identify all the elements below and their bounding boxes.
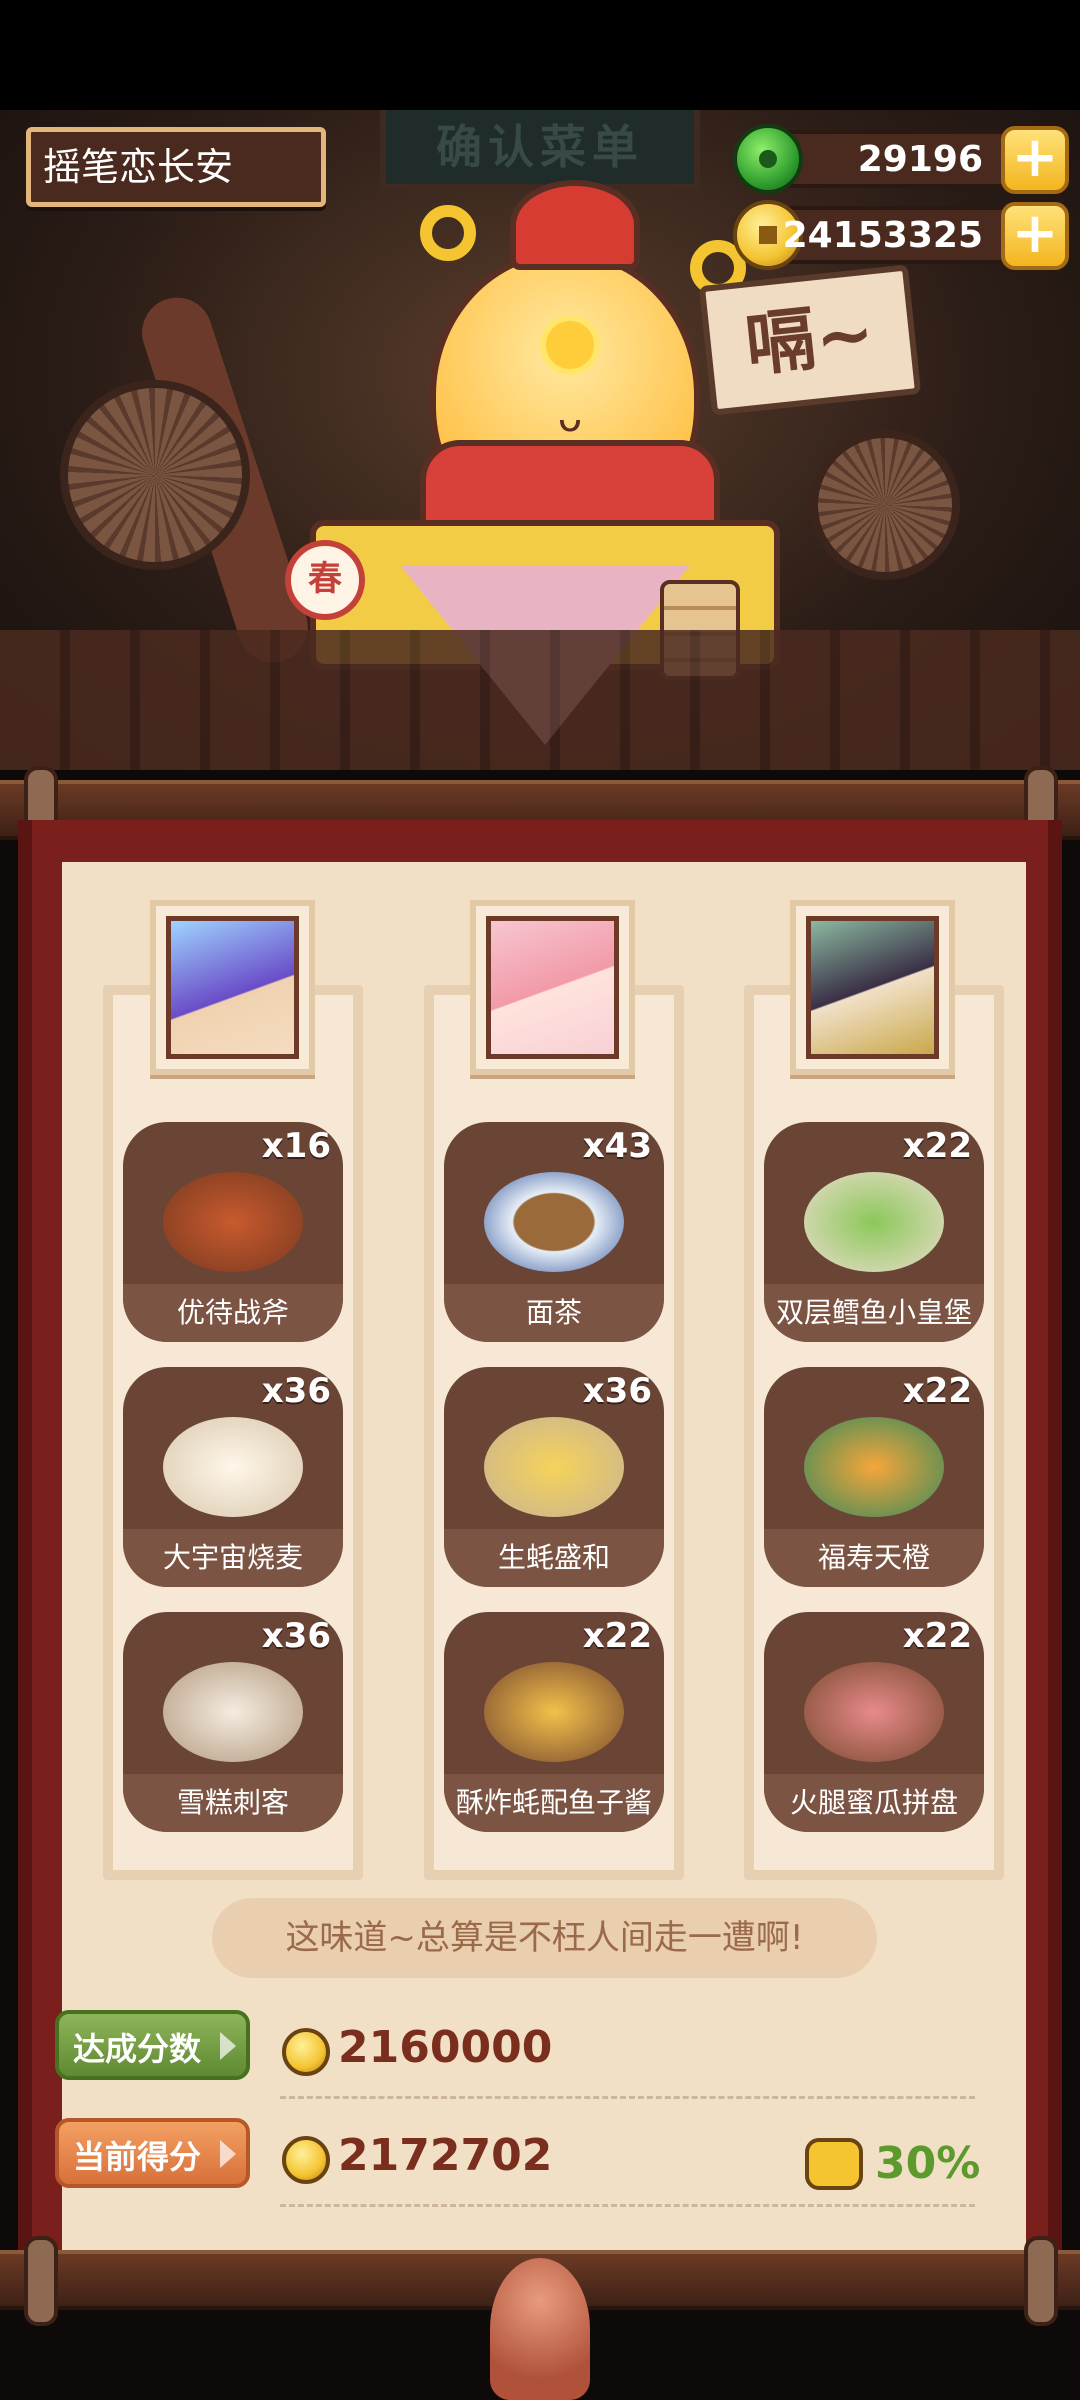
dish-name: 大宇宙烧麦 (123, 1529, 343, 1587)
dish-quantity: x22 (902, 1616, 972, 1656)
dish-image (484, 1662, 624, 1762)
dish-name: 火腿蜜瓜拼盘 (764, 1774, 984, 1832)
gold-amount: 24153325 (782, 215, 983, 256)
coin-ornament (420, 205, 476, 261)
dish-image (163, 1417, 303, 1517)
jade-icon (733, 124, 803, 194)
dish-card[interactable]: x36 大宇宙烧麦 (123, 1367, 343, 1587)
current-score-value: 2172702 (338, 2130, 553, 2181)
dish-image (163, 1172, 303, 1272)
status-bar (0, 0, 1080, 110)
dish-quantity: x36 (261, 1371, 331, 1411)
current-score-label: 当前得分 (55, 2118, 250, 2188)
jade-amount: 29196 (857, 139, 983, 180)
dish-card[interactable]: x22 火腿蜜瓜拼盘 (764, 1612, 984, 1832)
current-score-text: 当前得分 (73, 2138, 202, 2176)
jade-currency-bar: 29196 + (733, 124, 1069, 194)
target-score-value: 2160000 (338, 2022, 553, 2073)
dish-image (804, 1662, 944, 1762)
chinese-knot-ornament (490, 2258, 590, 2400)
dish-name: 优待战斧 (123, 1284, 343, 1342)
gold-coin-icon (282, 2028, 330, 2076)
dish-quantity: x22 (902, 1126, 972, 1166)
chevron-right-icon (220, 2140, 236, 2168)
target-score-text: 达成分数 (73, 2030, 202, 2068)
player-name-field[interactable]: 摇笔恋长安 (26, 127, 326, 207)
mascot-hat (510, 180, 640, 270)
dish-name: 生蚝盛和 (444, 1529, 664, 1587)
dish-image (163, 1662, 303, 1762)
dish-card[interactable]: x36 雪糕刺客 (123, 1612, 343, 1832)
portrait-image (166, 916, 299, 1059)
divider (280, 2096, 975, 2099)
speech-bubble: 嗝~ (698, 264, 922, 416)
portrait-image (486, 916, 619, 1059)
chevron-right-icon (220, 2032, 236, 2060)
money-bag-icon (805, 2138, 863, 2190)
dish-quantity: x22 (902, 1371, 972, 1411)
mascot-face: ᴗ (557, 395, 583, 441)
bonus-percent: 30% (875, 2138, 981, 2189)
character-portrait-1[interactable] (150, 900, 315, 1075)
drum-icon: 春 (285, 540, 365, 620)
dish-quantity: x36 (582, 1371, 652, 1411)
dish-quantity: x22 (582, 1616, 652, 1656)
dish-card[interactable]: x22 福寿天橙 (764, 1367, 984, 1587)
gold-coin-icon (282, 2136, 330, 2184)
dish-image (804, 1417, 944, 1517)
dish-name: 福寿天橙 (764, 1529, 984, 1587)
portrait-image (806, 916, 939, 1059)
scroll-cap (1024, 2236, 1058, 2326)
mascot-emblem-icon (540, 315, 600, 375)
dish-card[interactable]: x22 双层鳕鱼小皇堡 (764, 1122, 984, 1342)
dish-card[interactable]: x36 生蚝盛和 (444, 1367, 664, 1587)
add-jade-button[interactable]: + (1001, 126, 1069, 194)
character-portrait-2[interactable] (470, 900, 635, 1075)
shop-sign: 确认菜单 (380, 110, 700, 190)
dish-quantity: x43 (582, 1126, 652, 1166)
dish-name: 双层鳕鱼小皇堡 (764, 1284, 984, 1342)
gold-currency-bar: 24153325 + (733, 200, 1069, 270)
dish-image (804, 1172, 944, 1272)
dish-card[interactable]: x22 酥炸蚝配鱼子酱 (444, 1612, 664, 1832)
dish-name: 酥炸蚝配鱼子酱 (444, 1774, 664, 1832)
dish-name: 雪糕刺客 (123, 1774, 343, 1832)
dish-quantity: x36 (261, 1616, 331, 1656)
target-score-label: 达成分数 (55, 2010, 250, 2080)
fence (0, 630, 1080, 770)
dish-card[interactable]: x16 优待战斧 (123, 1122, 343, 1342)
dish-quantity: x16 (261, 1126, 331, 1166)
divider (280, 2204, 975, 2207)
scroll-cap (24, 2236, 58, 2326)
fan-decoration-left (60, 380, 250, 570)
dish-name: 面茶 (444, 1284, 664, 1342)
dish-card[interactable]: x43 面茶 (444, 1122, 664, 1342)
dish-image (484, 1417, 624, 1517)
add-gold-button[interactable]: + (1001, 202, 1069, 270)
dish-image (484, 1172, 624, 1272)
fan-decoration-right (810, 430, 960, 580)
customer-quote: 这味道~总算是不枉人间走一遭啊! (212, 1898, 877, 1978)
character-portrait-3[interactable] (790, 900, 955, 1075)
